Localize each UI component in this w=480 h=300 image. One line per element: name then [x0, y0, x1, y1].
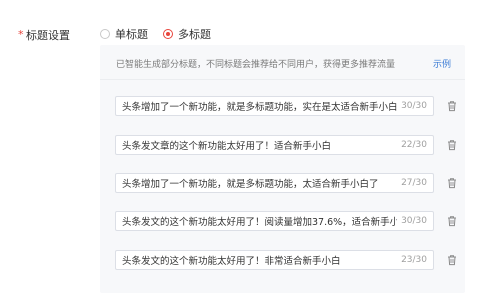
char-counter: 27/30 [401, 178, 427, 188]
radio-single-label: 单标题 [115, 28, 148, 41]
title-row: 头条增加了一个新功能，就是多标题功能，实在是太适合新手小白了 30/30 [115, 96, 460, 116]
multi-title-panel: 已智能生成部分标题，不同标题会推荐给不同用户，获得更多推荐流量 示例 头条增加了… [100, 45, 465, 293]
title-row: 头条增加了一个新功能，就是多标题功能，太适合新手小白了 27/30 [115, 173, 460, 193]
title-input[interactable]: 头条增加了一个新功能，就是多标题功能，太适合新手小白了 27/30 [115, 173, 434, 193]
panel-divider [100, 79, 465, 80]
radio-multi-title[interactable]: 多标题 [163, 26, 211, 42]
radio-single-title[interactable]: 单标题 [100, 26, 148, 42]
title-input[interactable]: 头条发文的这个新功能太好用了！非常适合新手小白 23/30 [115, 250, 434, 270]
title-text: 头条增加了一个新功能，就是多标题功能，实在是太适合新手小白了 [122, 102, 398, 113]
radio-single-circle[interactable] [100, 29, 110, 39]
radio-multi-circle[interactable] [163, 29, 173, 39]
radio-multi-label: 多标题 [178, 28, 211, 41]
char-counter: 23/30 [401, 255, 427, 265]
trash-icon[interactable] [446, 215, 458, 227]
title-setting-label: 标题设置 [26, 29, 70, 42]
title-text: 头条发文的这个新功能太好用了！非常适合新手小白 [122, 256, 341, 267]
title-input[interactable]: 头条增加了一个新功能，就是多标题功能，实在是太适合新手小白了 30/30 [115, 96, 434, 116]
title-text: 头条发文的这个新功能太好用了！阅读量增加37.6%，适合新手小白 [122, 217, 398, 228]
example-link[interactable]: 示例 [433, 57, 451, 70]
required-mark: * [18, 28, 24, 41]
title-row: 头条发文的这个新功能太好用了！非常适合新手小白 23/30 [115, 250, 460, 270]
char-counter: 22/30 [401, 140, 427, 150]
char-counter: 30/30 [401, 216, 427, 226]
trash-icon[interactable] [446, 139, 458, 151]
panel-hint: 已智能生成部分标题，不同标题会推荐给不同用户，获得更多推荐流量 [116, 60, 396, 70]
trash-icon[interactable] [446, 177, 458, 189]
trash-icon[interactable] [446, 254, 458, 266]
title-input[interactable]: 头条发文章的这个新功能太好用了！适合新手小白 22/30 [115, 135, 434, 155]
trash-icon[interactable] [446, 100, 458, 112]
title-text: 头条发文章的这个新功能太好用了！适合新手小白 [122, 141, 332, 152]
title-row: 头条发文章的这个新功能太好用了！适合新手小白 22/30 [115, 135, 460, 155]
title-row: 头条发文的这个新功能太好用了！阅读量增加37.6%，适合新手小白 30/30 [115, 211, 460, 231]
title-text: 头条增加了一个新功能，就是多标题功能，太适合新手小白了 [122, 179, 379, 190]
title-input[interactable]: 头条发文的这个新功能太好用了！阅读量增加37.6%，适合新手小白 30/30 [115, 211, 434, 231]
char-counter: 30/30 [401, 101, 427, 111]
